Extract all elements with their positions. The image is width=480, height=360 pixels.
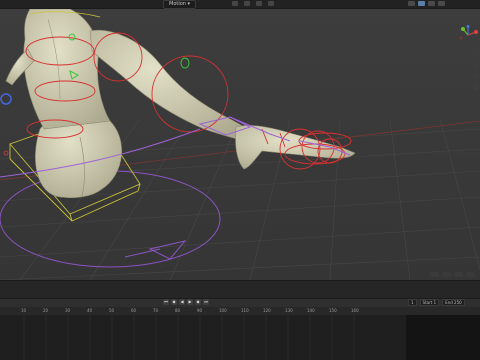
ruler-tick-label: 140 bbox=[307, 308, 315, 313]
ruler-tick-label: 50 bbox=[109, 308, 115, 313]
frame-range-fields: 1 Start 1 End 250 bbox=[408, 299, 465, 306]
jump-end-icon[interactable]: ⏭ bbox=[203, 299, 209, 305]
current-frame-field[interactable]: 1 bbox=[408, 299, 417, 306]
mode-dropdown[interactable]: Motion ▾ bbox=[163, 0, 197, 9]
start-frame-field[interactable]: Start 1 bbox=[419, 299, 440, 306]
ruler-tick-label: 70 bbox=[153, 308, 159, 313]
end-frame-field[interactable]: End 250 bbox=[442, 299, 465, 306]
header-tool-icons bbox=[232, 1, 274, 6]
navigation-gizmo[interactable] bbox=[458, 25, 478, 45]
perspective-toggle-icon[interactable] bbox=[472, 84, 479, 91]
pan-icon[interactable] bbox=[472, 62, 479, 69]
shading-buttons bbox=[408, 1, 445, 6]
ruler-tick-label: 60 bbox=[131, 308, 137, 313]
snap-icon[interactable] bbox=[244, 1, 250, 6]
ruler-tick-label: 80 bbox=[175, 308, 181, 313]
timeline-grid bbox=[23, 315, 355, 360]
transform-icon[interactable] bbox=[232, 1, 238, 6]
viewport-bottom-controls bbox=[430, 272, 475, 277]
end-frame-label: End bbox=[445, 300, 453, 305]
camera-view-icon[interactable] bbox=[472, 73, 479, 80]
status-strip bbox=[0, 280, 480, 299]
ruler-tick-label: 90 bbox=[197, 308, 203, 313]
ruler-tick-label: 40 bbox=[87, 308, 93, 313]
timeline-editor[interactable]: 10 20 30 40 50 60 70 80 90 100 110 120 130 140 150 160 bbox=[0, 307, 480, 360]
ruler-tick-label: 10 bbox=[21, 308, 27, 313]
viewport-header: Motion ▾ bbox=[0, 0, 480, 9]
ruler-tick-label: 20 bbox=[43, 308, 49, 313]
render-shading-icon[interactable] bbox=[438, 1, 445, 6]
playback-controls: ⏮ ◆ ◀ ▶ ◆ ⏭ bbox=[163, 299, 209, 305]
ruler-tick-label: 110 bbox=[241, 308, 249, 313]
keyframe-menu-icon[interactable] bbox=[454, 272, 463, 277]
ruler-tick-label: 100 bbox=[219, 308, 227, 313]
ruler-tick-label: 130 bbox=[285, 308, 293, 313]
proportional-icon[interactable] bbox=[256, 1, 262, 6]
zoom-icon[interactable] bbox=[472, 51, 479, 58]
marker-icon[interactable] bbox=[466, 272, 475, 277]
keying-icon[interactable] bbox=[430, 272, 439, 277]
start-frame-value: 1 bbox=[433, 300, 437, 305]
3d-viewport[interactable] bbox=[0, 9, 480, 280]
ruler-tick-label: 160 bbox=[351, 308, 359, 313]
viewport-nav-buttons bbox=[472, 51, 479, 91]
ruler-tick-label: 30 bbox=[65, 308, 71, 313]
overlay-icon[interactable] bbox=[268, 1, 274, 6]
prev-keyframe-icon[interactable]: ◆ bbox=[171, 299, 177, 305]
frame-ruler[interactable]: 10 20 30 40 50 60 70 80 90 100 110 120 130 140 150 160 bbox=[0, 307, 480, 315]
play-reverse-icon[interactable]: ◀ bbox=[179, 299, 185, 305]
ruler-tick-label: 150 bbox=[329, 308, 337, 313]
jump-start-icon[interactable]: ⏮ bbox=[163, 299, 169, 305]
mode-label: Motion bbox=[169, 1, 186, 7]
next-keyframe-icon[interactable]: ◆ bbox=[195, 299, 201, 305]
start-frame-label: Start bbox=[422, 300, 433, 305]
material-shading-icon[interactable] bbox=[428, 1, 435, 6]
play-icon[interactable]: ▶ bbox=[187, 299, 193, 305]
keyframe-set-icon[interactable] bbox=[442, 272, 451, 277]
ruler-tick-label: 120 bbox=[263, 308, 271, 313]
solid-shading-icon[interactable] bbox=[418, 1, 425, 6]
wireframe-shading-icon[interactable] bbox=[408, 1, 415, 6]
viewport-scene bbox=[0, 9, 480, 280]
end-frame-value: 250 bbox=[454, 300, 462, 305]
